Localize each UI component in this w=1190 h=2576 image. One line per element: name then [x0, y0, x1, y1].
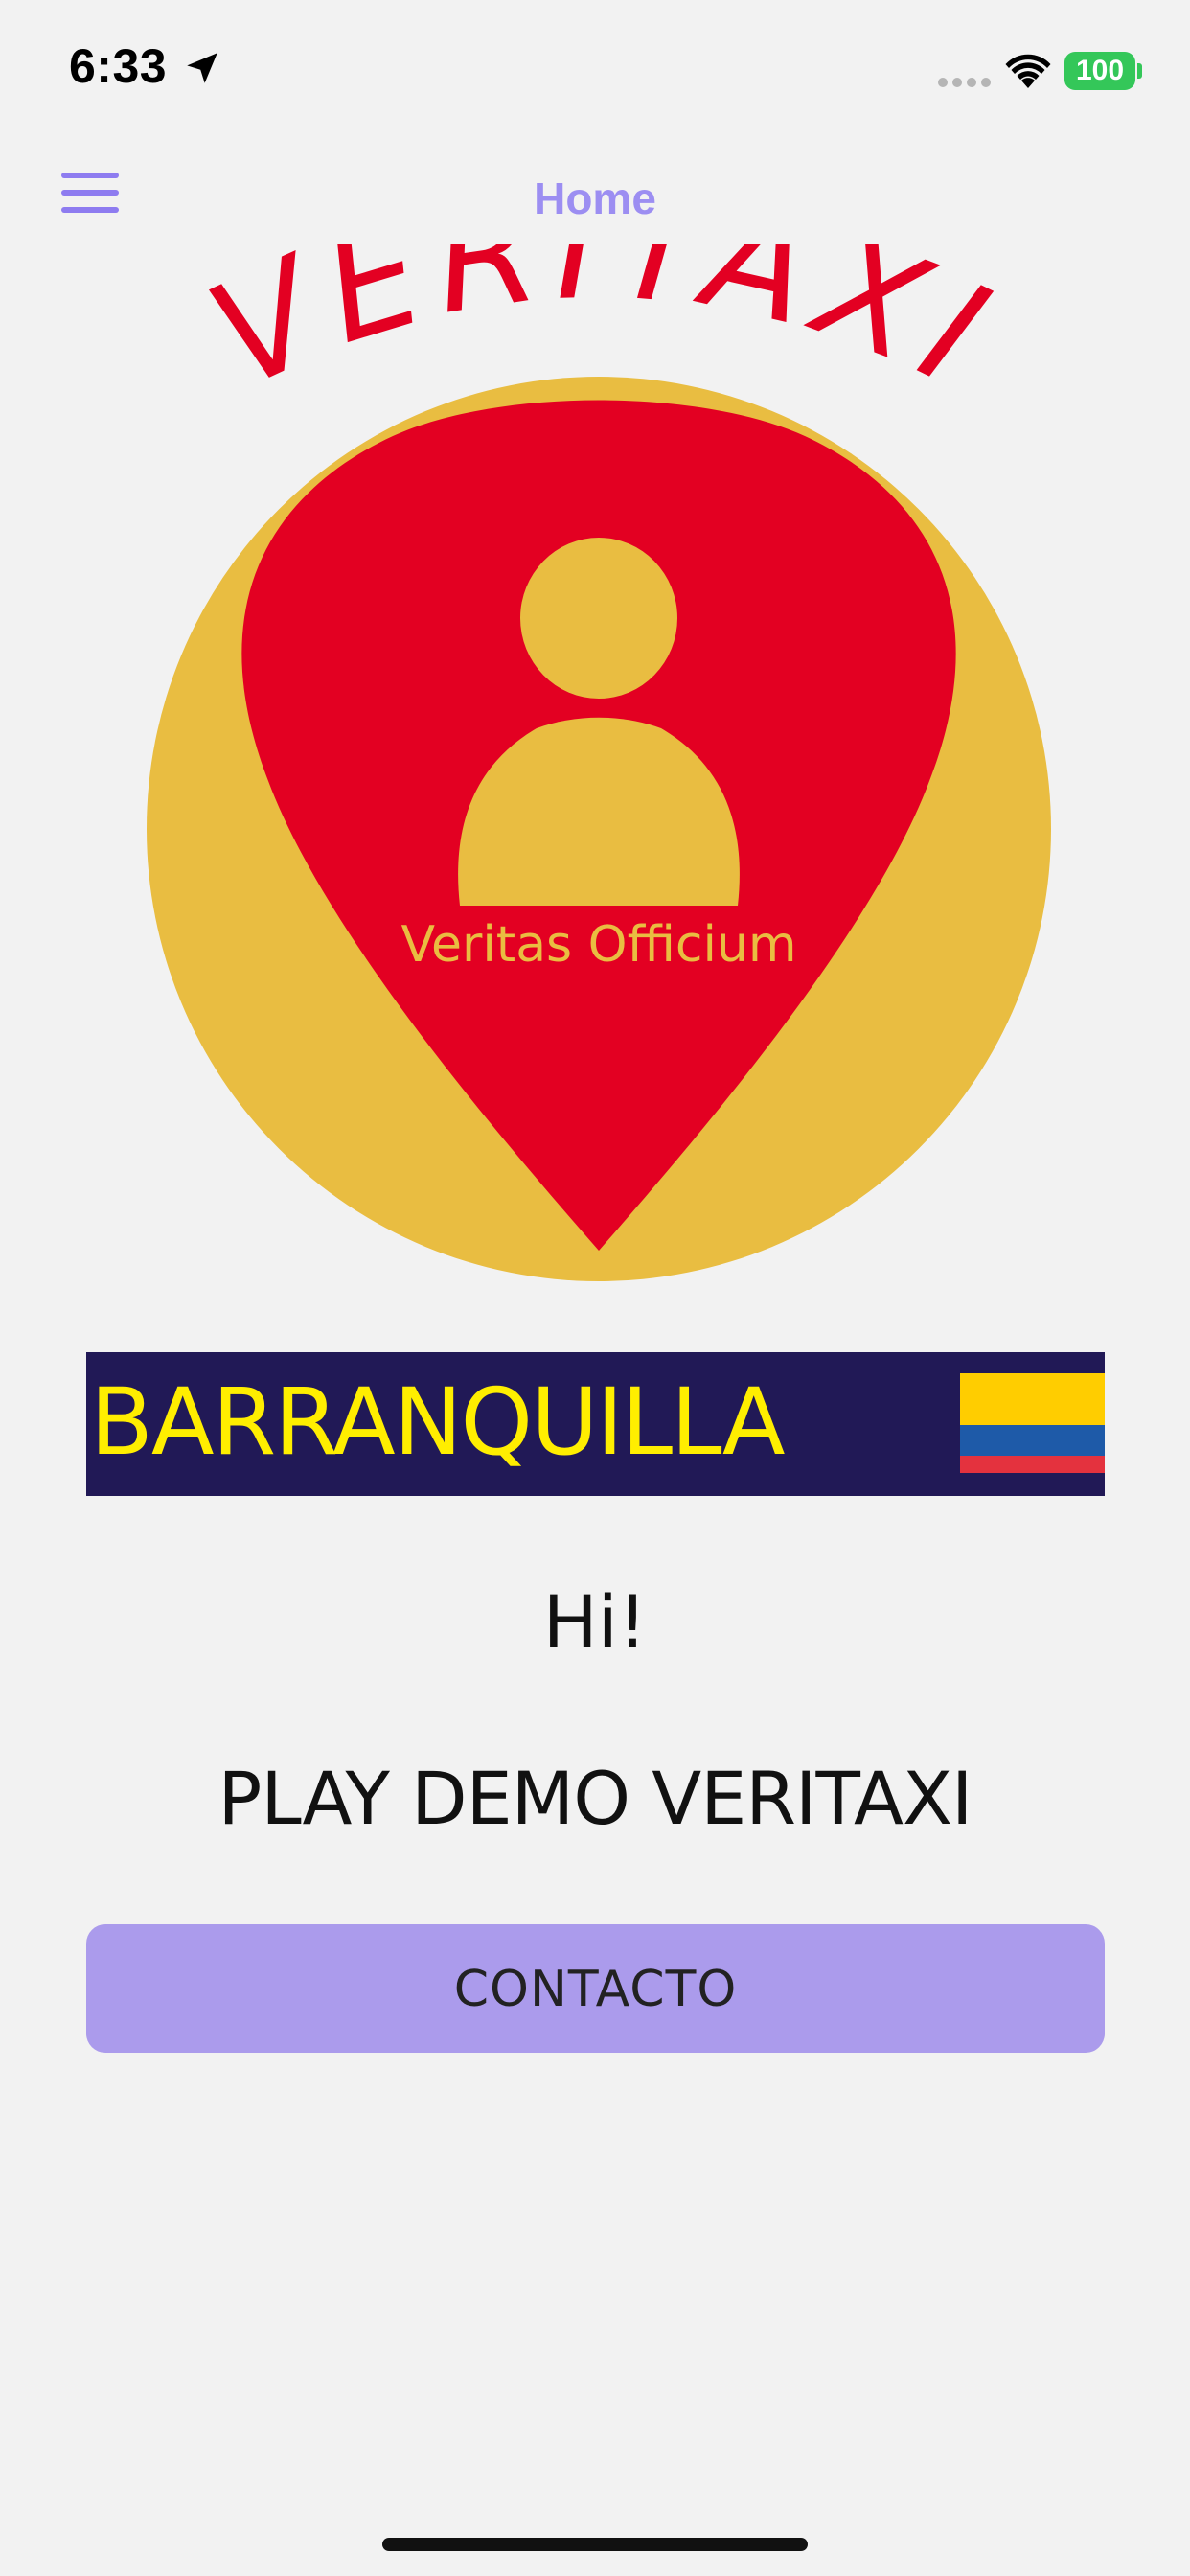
battery-tip	[1137, 63, 1142, 79]
veritaxi-logo: Veritas Officium VERITAXI	[147, 244, 1051, 1281]
demo-title: PLAY DEMO VERITAXI	[217, 1756, 973, 1841]
cellular-signal-icon	[938, 78, 991, 87]
status-time: 6:33	[69, 39, 168, 93]
battery-icon: 100	[1064, 52, 1135, 90]
location-arrow-icon	[187, 53, 217, 83]
status-bar: 6:33 100	[0, 0, 1190, 144]
wifi-icon	[1005, 54, 1051, 88]
city-name: BARRANQUILLA	[90, 1368, 786, 1476]
home-indicator[interactable]	[382, 2538, 808, 2551]
colombia-flag-icon	[960, 1373, 1105, 1473]
page-title: Home	[534, 173, 656, 223]
person-head	[520, 538, 677, 699]
greeting-text: Hi!	[542, 1579, 648, 1665]
logo-tagline: Veritas Officium	[400, 916, 796, 974]
city-banner: BARRANQUILLA	[86, 1352, 1105, 1496]
contact-button[interactable]: CONTACTO	[86, 1924, 1105, 2053]
